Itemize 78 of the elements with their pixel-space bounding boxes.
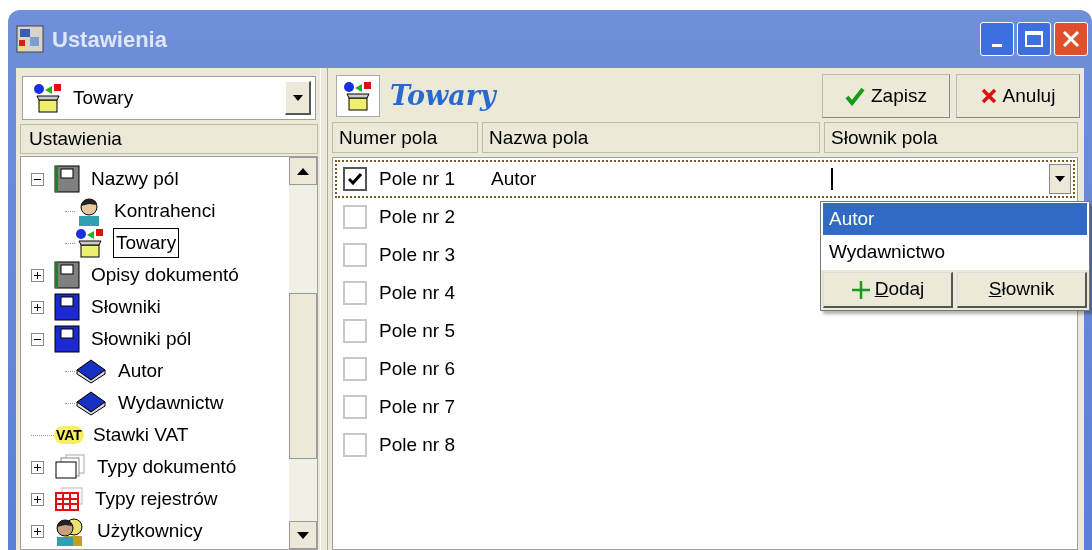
panel-icon xyxy=(54,165,80,193)
expander-icon[interactable] xyxy=(31,460,44,474)
table-cell-text: Pole nr 8 xyxy=(379,432,457,457)
box-shapes-icon xyxy=(33,83,63,113)
table-row[interactable]: Pole nr 5 xyxy=(335,312,1075,350)
table-row[interactable]: Pole nr 8 xyxy=(335,426,1075,464)
expander-icon[interactable] xyxy=(31,332,44,346)
table-row[interactable]: Pole nr 6 xyxy=(335,350,1075,388)
tree-item[interactable]: Słowniki xyxy=(88,291,164,323)
scroll-thumb[interactable] xyxy=(289,293,317,459)
category-combo[interactable]: Towary xyxy=(22,76,316,120)
app-icon xyxy=(16,25,44,53)
table-cell-text: Pole nr 7 xyxy=(379,394,457,419)
folders-icon xyxy=(54,454,86,480)
book-icon xyxy=(75,358,107,384)
table-cell-text: Pole nr 2 xyxy=(379,204,457,229)
panel-icon xyxy=(54,293,80,321)
tree-item[interactable]: Typy dokumentó xyxy=(94,451,240,483)
tree-item[interactable]: Wydawnictw xyxy=(115,387,227,419)
minimize-button[interactable] xyxy=(980,22,1014,56)
table-cell-text: Pole nr 6 xyxy=(379,356,457,381)
book-icon xyxy=(75,390,107,416)
tree-item[interactable]: Użytkownicy xyxy=(94,515,206,547)
combo-value: Towary xyxy=(73,85,135,110)
dropdown-option[interactable]: Wydawnictwo xyxy=(823,236,1087,268)
checkbox[interactable] xyxy=(343,167,367,191)
table-cell-text: Pole nr 5 xyxy=(379,318,457,343)
cancel-button[interactable]: Anuluj xyxy=(956,74,1080,118)
expander-icon[interactable] xyxy=(31,524,44,538)
minimize-icon xyxy=(992,44,1002,47)
scroll-up-button[interactable] xyxy=(289,157,317,185)
checkmark-icon xyxy=(348,173,362,185)
panel-icon xyxy=(54,325,80,353)
table-row[interactable]: Pole nr 7 xyxy=(335,388,1075,426)
maximize-icon xyxy=(1025,31,1043,47)
vat-badge: VAT xyxy=(54,426,84,444)
table-cell-text: Pole nr 4 xyxy=(379,280,457,305)
panel-title: Towary xyxy=(390,78,498,113)
scrollbar[interactable] xyxy=(289,157,317,549)
box-shapes-icon xyxy=(75,228,105,258)
table-grid-icon xyxy=(54,487,84,511)
tree-item[interactable]: Nazwy pól xyxy=(88,163,182,195)
tree-item[interactable]: Typy rejestrów xyxy=(92,483,221,515)
tree-item[interactable]: Słowniki pól xyxy=(88,323,195,355)
checkmark-icon xyxy=(845,86,865,106)
expander-icon[interactable] xyxy=(31,172,44,186)
users-icon xyxy=(54,516,86,546)
tree-item[interactable]: Stawki VAT xyxy=(89,419,192,451)
column-header[interactable]: Słownik pola xyxy=(824,122,1078,153)
box-shapes-icon xyxy=(343,81,373,111)
save-button[interactable]: Zapisz xyxy=(822,74,950,118)
table-cell-text: Pole nr 1 xyxy=(379,166,457,191)
column-header[interactable]: Numer pola xyxy=(332,122,478,153)
add-button[interactable]: Dodaj xyxy=(823,272,953,308)
down-arrow-icon xyxy=(297,531,309,539)
tree-item[interactable]: Towary xyxy=(113,227,180,259)
scroll-down-button[interactable] xyxy=(289,521,317,549)
table-cell-text: Pole nr 3 xyxy=(379,242,457,267)
dropdown-option[interactable]: Autor xyxy=(823,203,1087,235)
tree-item[interactable]: Opisy dokumentó xyxy=(88,259,242,291)
maximize-button[interactable] xyxy=(1017,22,1051,56)
panel-icon xyxy=(54,261,80,289)
expander-icon[interactable] xyxy=(31,268,44,282)
close-button[interactable] xyxy=(1054,22,1088,56)
close-icon xyxy=(1062,30,1080,48)
window-title: Ustawienia xyxy=(52,25,168,54)
table-cell-text: Autor xyxy=(491,166,538,191)
expander-icon[interactable] xyxy=(31,300,44,314)
column-header: Ustawienia xyxy=(20,124,318,154)
expander-icon[interactable] xyxy=(31,492,44,506)
plus-icon xyxy=(850,279,871,300)
tree-item[interactable]: Autor xyxy=(115,355,167,387)
dictionary-field[interactable] xyxy=(829,162,1073,196)
tree-item[interactable]: Kontrahenci xyxy=(111,195,219,227)
close-icon xyxy=(980,88,997,104)
dictionary-button[interactable]: Słownik xyxy=(957,272,1087,308)
up-arrow-icon xyxy=(297,167,309,175)
column-header[interactable]: Nazwa pola xyxy=(482,122,820,153)
